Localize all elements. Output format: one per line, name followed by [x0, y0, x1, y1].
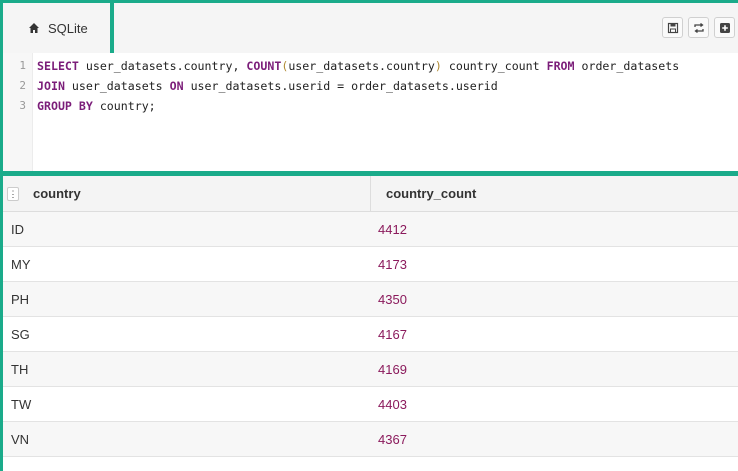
- code-line[interactable]: GROUP BY country;: [37, 96, 156, 116]
- cell-country: TW: [11, 397, 32, 412]
- refresh-icon: [693, 22, 704, 33]
- cell-country: SG: [11, 327, 30, 342]
- code-token: ON: [169, 79, 184, 93]
- table-body: ID 4412 MY 4173 PH 4350 SG 4167 TH 4169 TW 4403 VN 43…: [3, 212, 738, 457]
- tab-accent-separator: [110, 3, 114, 53]
- code-token: GROUP BY: [37, 99, 93, 113]
- table-row[interactable]: MY 4173: [3, 247, 738, 282]
- column-header-country-count[interactable]: country_count: [386, 176, 476, 212]
- code-token: country;: [92, 99, 156, 113]
- code-token: COUNT: [246, 59, 282, 73]
- line-number: 2: [19, 79, 26, 92]
- code-editor[interactable]: 1 2 3 SELECT user_datasets.country, COUN…: [3, 53, 738, 171]
- column-header-country[interactable]: country: [33, 176, 81, 212]
- table-row[interactable]: PH 4350: [3, 282, 738, 317]
- table-row[interactable]: TW 4403: [3, 387, 738, 422]
- save-button[interactable]: [662, 17, 683, 38]
- cell-country-count: 4412: [378, 222, 407, 237]
- table-header: ⋮ country country_count: [3, 176, 738, 212]
- refresh-button[interactable]: [688, 17, 709, 38]
- code-token: ): [434, 59, 442, 73]
- code-token: user_datasets.country: [288, 59, 435, 73]
- tab-bar: SQLite: [3, 3, 738, 53]
- cell-country-count: 4367: [378, 432, 407, 447]
- column-separator: [370, 176, 371, 212]
- code-token: user_datasets.country,: [78, 59, 247, 73]
- code-token: FROM: [546, 59, 575, 73]
- cell-country: VN: [11, 432, 30, 447]
- code-token: SELECT: [37, 59, 79, 73]
- home-icon: [28, 22, 40, 34]
- tab-sqlite[interactable]: SQLite: [3, 3, 110, 53]
- tab-label: SQLite: [48, 20, 88, 36]
- code-token: JOIN: [37, 79, 65, 93]
- code-token: country_count: [441, 59, 547, 73]
- cell-country-count: 4403: [378, 397, 407, 412]
- plus-square-icon: [719, 22, 730, 33]
- cell-country-count: 4169: [378, 362, 407, 377]
- line-number: 1: [19, 59, 26, 72]
- editor-toolbar: [662, 17, 735, 38]
- code-token: user_datasets.userid = order_datasets.us…: [183, 79, 498, 93]
- sql-editor-panel: SQLite 1 2 3 SELECT user_datasets.countr…: [3, 3, 738, 171]
- left-accent-bar: [0, 0, 3, 471]
- cell-country: TH: [11, 362, 29, 377]
- table-row[interactable]: VN 4367: [3, 422, 738, 457]
- cell-country: MY: [11, 257, 31, 272]
- code-token: user_datasets: [64, 79, 170, 93]
- table-row[interactable]: ID 4412: [3, 212, 738, 247]
- cell-country-count: 4350: [378, 292, 407, 307]
- results-table: ⋮ country country_count ID 4412 MY 4173 PH 43…: [3, 176, 738, 471]
- line-number: 3: [19, 99, 26, 112]
- code-line[interactable]: JOIN user_datasets ON user_datasets.user…: [37, 76, 498, 96]
- code-token: order_datasets: [574, 59, 680, 73]
- cell-country: ID: [11, 222, 24, 237]
- code-line[interactable]: SELECT user_datasets.country, COUNT(user…: [37, 56, 679, 76]
- cell-country-count: 4173: [378, 257, 407, 272]
- save-icon: [667, 22, 678, 33]
- add-button[interactable]: [714, 17, 735, 38]
- table-row[interactable]: TH 4169: [3, 352, 738, 387]
- cell-country: PH: [11, 292, 30, 307]
- column-menu-button[interactable]: ⋮: [7, 187, 19, 201]
- table-row[interactable]: SG 4167: [3, 317, 738, 352]
- cell-country-count: 4167: [378, 327, 407, 342]
- line-number-gutter: 1 2 3: [3, 53, 33, 171]
